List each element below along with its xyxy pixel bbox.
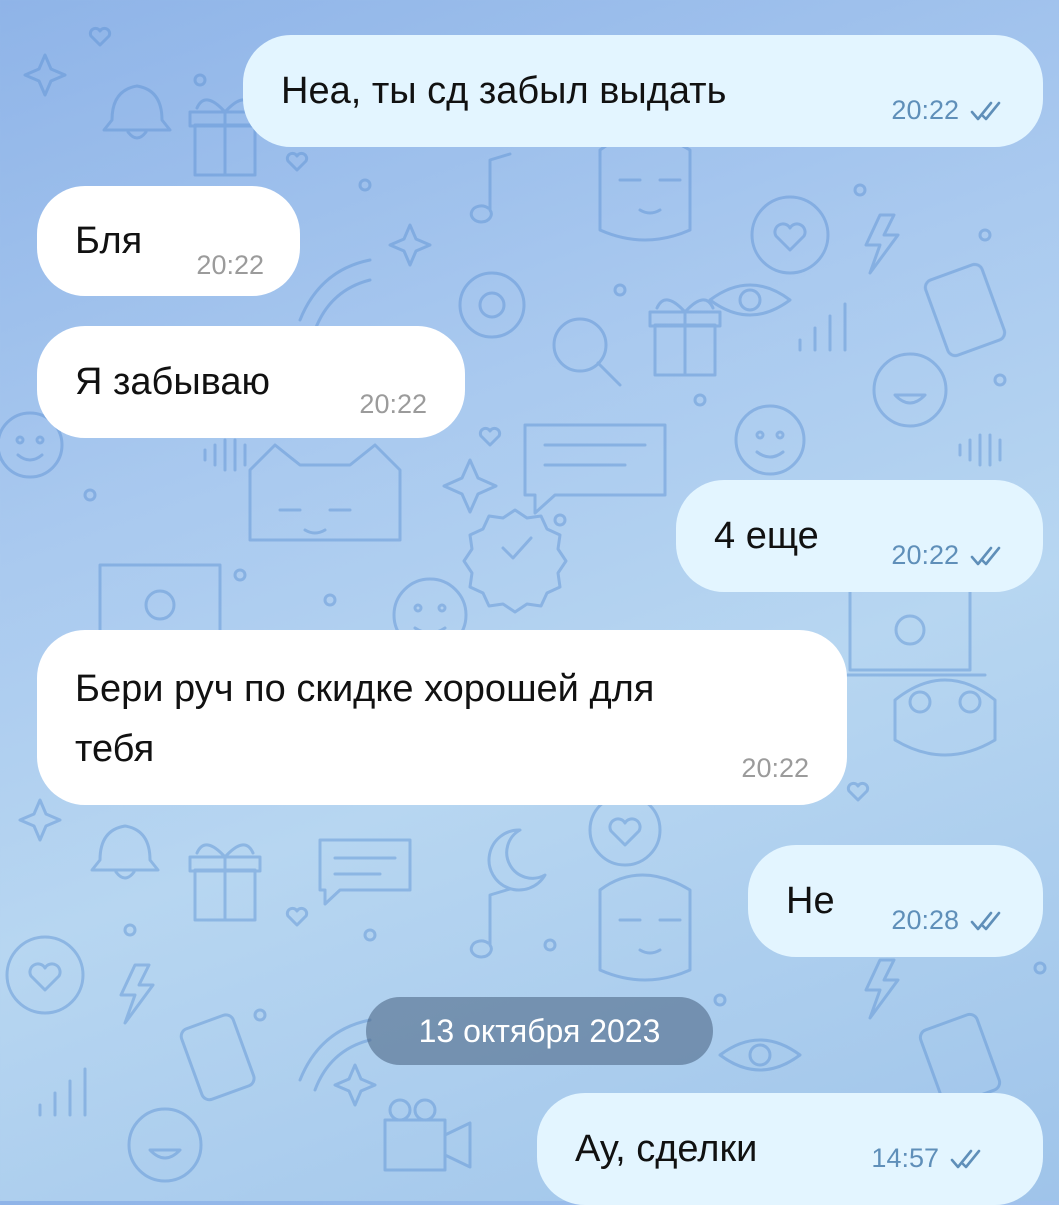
- message-bubble-outgoing[interactable]: 4 еще 20:22: [676, 480, 1043, 592]
- message-meta: 20:28: [891, 905, 1007, 936]
- message-bubble-incoming[interactable]: Бери руч по скидке хорошей для тебя 20:2…: [37, 630, 847, 805]
- double-check-icon: [970, 911, 1001, 930]
- message-text-line-2: тебя: [75, 728, 155, 770]
- message-text: Не: [786, 880, 835, 922]
- message-time: 20:28: [891, 905, 959, 935]
- date-separator: 13 октября 2023: [366, 997, 713, 1065]
- message-text: 4 еще: [714, 515, 819, 557]
- message-text-line-1: Бери руч по скидке хорошей для: [75, 668, 655, 710]
- double-check-icon: [970, 101, 1001, 120]
- message-text: Неа, ты сд забыл выдать: [281, 70, 727, 112]
- double-check-icon: [950, 1149, 981, 1168]
- message-bubble-incoming[interactable]: Я забываю 20:22: [37, 326, 465, 438]
- message-meta: 20:22: [891, 95, 1007, 126]
- message-time: 20:22: [359, 389, 427, 419]
- message-text: Я забываю: [75, 361, 271, 403]
- message-time: 14:57: [871, 1143, 939, 1173]
- message-bubble-outgoing[interactable]: Неа, ты сд забыл выдать 20:22: [243, 35, 1043, 147]
- message-time: 20:22: [891, 95, 959, 125]
- message-time: 20:22: [196, 250, 264, 280]
- message-meta: 20:22: [196, 250, 264, 281]
- message-meta: 20:22: [741, 753, 809, 784]
- message-meta: 20:22: [891, 540, 1007, 571]
- message-text: Ау, сделки: [575, 1128, 758, 1170]
- message-meta: 20:22: [359, 389, 427, 420]
- message-bubble-outgoing[interactable]: Ау, сделки 14:57: [537, 1093, 1043, 1205]
- message-time: 20:22: [741, 753, 809, 783]
- message-bubble-outgoing[interactable]: Не 20:28: [748, 845, 1043, 957]
- message-text: Бля: [75, 220, 143, 262]
- message-meta: 14:57: [871, 1143, 987, 1174]
- message-bubble-incoming[interactable]: Бля 20:22: [37, 186, 300, 296]
- message-time: 20:22: [891, 540, 959, 570]
- double-check-icon: [970, 546, 1001, 565]
